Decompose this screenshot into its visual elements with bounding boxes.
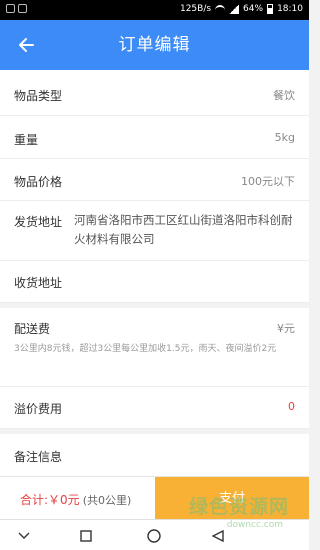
category-row[interactable]: 物品类型 餐饮 <box>0 70 309 116</box>
category-value: 餐饮 <box>273 89 295 102</box>
notification-icon <box>18 4 27 13</box>
price-value: 100元以下 <box>241 175 295 188</box>
total-amount: 合计:￥0元 (共0公里) <box>20 491 131 508</box>
battery-icon <box>267 4 274 14</box>
status-right: 125B/s 64% 18:10 <box>180 4 303 14</box>
ship-address-value: 河南省洛阳市西工区红山街道洛阳市科创耐火材料有限公司 <box>74 213 293 246</box>
receive-address-row[interactable]: 收货地址 <box>0 261 309 303</box>
network-speed: 125B/s <box>179 4 212 14</box>
category-label: 物品类型 <box>14 89 63 103</box>
triangle-back-icon <box>212 530 224 542</box>
ship-address-label: 发货地址 <box>14 215 63 229</box>
circle-icon <box>147 529 161 543</box>
square-icon <box>80 530 92 542</box>
premium-fee-label: 溢价费用 <box>14 402 63 416</box>
page-title: 订单编辑 <box>118 35 191 55</box>
delivery-fee-label: 配送费 <box>14 322 51 336</box>
signal-icon <box>229 4 240 14</box>
remarks-label: 备注信息 <box>14 450 63 464</box>
chevron-down-icon <box>18 532 30 539</box>
nav-home-button[interactable] <box>134 526 174 546</box>
nav-collapse-button[interactable] <box>4 526 44 546</box>
total-distance: (共0公里) <box>82 494 132 507</box>
weight-value: 5kg <box>274 131 295 144</box>
delivery-fee-note: 3公里内8元钱，超过3公里每公里加收1.5元，雨天、夜间溢价2元 <box>14 344 277 354</box>
wifi-icon <box>215 5 226 13</box>
status-bar: 125B/s 64% 18:10 <box>0 0 309 20</box>
delivery-fee-value: ¥元 <box>277 322 295 335</box>
weight-label: 重量 <box>14 133 39 147</box>
total-label: 合计:￥0元 <box>20 493 80 507</box>
battery-percent: 64% <box>243 4 264 14</box>
notification-icons <box>6 4 27 13</box>
premium-fee-value: 0 <box>288 400 295 413</box>
nav-recents-button[interactable] <box>66 526 106 546</box>
price-label: 物品价格 <box>14 175 63 189</box>
weight-row[interactable]: 重量 5kg <box>0 116 309 159</box>
delivery-fee-row: 配送费 ¥元 3公里内8元钱，超过3公里每公里加收1.5元，雨天、夜间溢价2元 <box>0 308 309 387</box>
order-form: 物品类型 餐饮 重量 5kg 物品价格 100元以下 发货地址 河南省洛阳市西工… <box>0 70 309 476</box>
clock: 18:10 <box>277 4 303 14</box>
watermark-logo: 绿色资源网 <box>188 496 289 518</box>
watermark-url: downcc.com <box>226 520 283 530</box>
remarks-row[interactable]: 备注信息 <box>0 434 309 476</box>
app-header: 订单编辑 <box>0 20 309 70</box>
price-row[interactable]: 物品价格 100元以下 <box>0 159 309 201</box>
premium-fee-row: 溢价费用 0 <box>0 387 309 429</box>
receive-address-label: 收货地址 <box>14 276 63 290</box>
notification-icon <box>6 4 15 13</box>
ship-address-row[interactable]: 发货地址 河南省洛阳市西工区红山街道洛阳市科创耐火材料有限公司 <box>0 201 309 261</box>
